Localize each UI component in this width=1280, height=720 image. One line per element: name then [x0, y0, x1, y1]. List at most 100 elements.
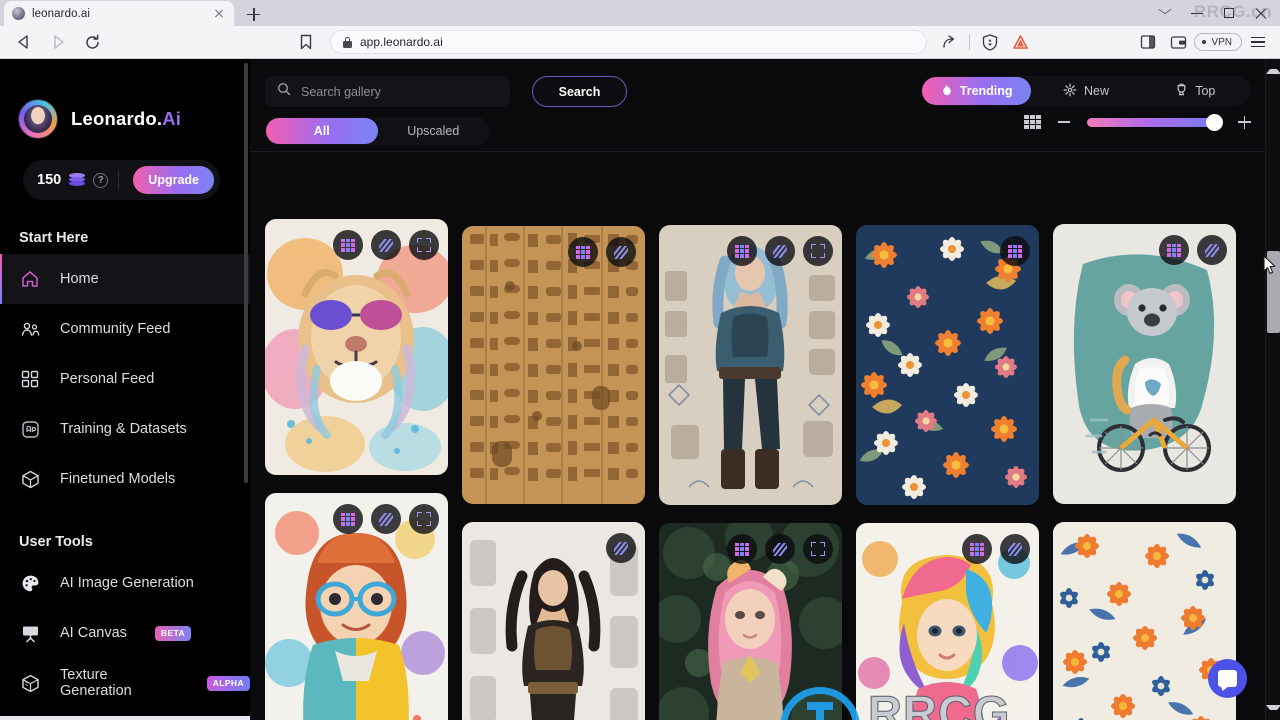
zoom-out-button[interactable]: [1058, 121, 1070, 123]
new-tab-button[interactable]: [240, 2, 266, 26]
sidebar-panel-icon[interactable]: [1134, 28, 1162, 56]
beta-badge: BETA: [154, 625, 192, 641]
pixel-grid-icon[interactable]: [962, 534, 992, 564]
minimize-button[interactable]: [1182, 0, 1212, 26]
card-actions: [606, 533, 636, 563]
sidebar-item-texture-generation[interactable]: Texture Generation ALPHA: [0, 658, 250, 708]
card-actions: [1159, 235, 1227, 265]
pixel-grid-icon[interactable]: [568, 237, 598, 267]
tab-top[interactable]: Top: [1141, 77, 1250, 105]
vpn-label: VPN: [1211, 36, 1232, 48]
tab-new[interactable]: New: [1031, 77, 1140, 105]
expand-fullscreen-icon[interactable]: [409, 230, 439, 260]
pixel-grid-icon[interactable]: [333, 504, 363, 534]
maximize-button[interactable]: [1214, 0, 1244, 26]
scroll-up-button[interactable]: [1266, 59, 1280, 74]
remix-slashes-icon[interactable]: [606, 533, 636, 563]
sidebar-nav-user-tools: AI Image Generation AI Canvas BETA Textu…: [0, 558, 250, 708]
remix-slashes-icon[interactable]: [765, 236, 795, 266]
search-input[interactable]: Search gallery: [265, 76, 510, 107]
sidebar-item-ai-canvas[interactable]: AI Canvas BETA: [0, 608, 250, 658]
brave-shield-icon[interactable]: [976, 28, 1004, 56]
address-bar[interactable]: app.leonardo.ai: [330, 30, 928, 54]
search-area: Search gallery Search: [265, 76, 627, 107]
brand[interactable]: Leonardo.Ai: [0, 59, 250, 139]
filter-tab-all[interactable]: All: [266, 118, 378, 144]
tab-trending-label: Trending: [959, 84, 1013, 98]
sidebar-item-personal-feed[interactable]: Personal Feed: [0, 354, 250, 404]
remix-slashes-icon[interactable]: [1197, 235, 1227, 265]
scroll-down-button[interactable]: [1266, 705, 1280, 720]
page-scrollbar[interactable]: [1265, 59, 1280, 720]
sidebar-item-home[interactable]: Home: [0, 254, 250, 304]
gallery-toolbar: Search gallery Search All Upscaled Trend…: [250, 59, 1268, 152]
gallery-card-watercolor-lion-sunglasses[interactable]: [265, 219, 448, 475]
gallery-card-blue-hair-warrior-woman[interactable]: [659, 225, 842, 505]
browser-toolbar: app.leonardo.ai VPN: [0, 26, 1280, 59]
close-window-button[interactable]: [1246, 0, 1276, 26]
vpn-button[interactable]: VPN: [1194, 33, 1242, 51]
pixel-grid-icon[interactable]: [1159, 235, 1189, 265]
remix-slashes-icon[interactable]: [371, 504, 401, 534]
bookmark-icon[interactable]: [290, 28, 322, 56]
sidebar-scrollbar[interactable]: [244, 63, 248, 483]
training-icon: [19, 418, 41, 440]
chat-bubble-icon: [1218, 670, 1237, 687]
leo-ai-icon[interactable]: [1006, 28, 1034, 56]
pixel-grid-icon[interactable]: [727, 236, 757, 266]
grid-density-icon[interactable]: [1024, 115, 1041, 129]
tab-top-label: Top: [1195, 84, 1216, 98]
zoom-slider[interactable]: [1087, 113, 1223, 131]
question-mark-icon[interactable]: ?: [93, 172, 109, 188]
mouse-cursor: [1263, 255, 1276, 275]
gallery-card-rainbow-hair-portrait[interactable]: [856, 523, 1039, 720]
home-icon: [19, 268, 41, 290]
tab-trending[interactable]: Trending: [922, 77, 1032, 105]
browser-tab[interactable]: leonardo.ai: [4, 1, 234, 26]
card-actions: [568, 237, 636, 267]
reload-icon[interactable]: [76, 28, 108, 56]
upgrade-button[interactable]: Upgrade: [133, 166, 214, 194]
filter-tab-upscaled[interactable]: Upscaled: [378, 118, 490, 144]
gallery-card-orange-floral-pattern[interactable]: [856, 225, 1039, 505]
gallery-card-dark-haired-warrior-sheet[interactable]: [462, 522, 645, 720]
remix-slashes-icon[interactable]: [371, 230, 401, 260]
sidebar-item-label: Training & Datasets: [60, 421, 187, 437]
expand-fullscreen-icon[interactable]: [803, 534, 833, 564]
wallet-icon[interactable]: [1164, 28, 1192, 56]
share-icon[interactable]: [935, 28, 963, 56]
forward-icon[interactable]: [42, 28, 74, 56]
lock-icon: [343, 36, 352, 48]
sidebar-item-community-feed[interactable]: Community Feed: [0, 304, 250, 354]
zoom-in-button[interactable]: [1238, 115, 1251, 129]
browser-window: leonardo.ai app.leonardo.ai VPN RRCG.cn …: [0, 0, 1280, 720]
chevron-down-icon[interactable]: [1150, 0, 1180, 26]
gallery-card-egyptian-hieroglyphs[interactable]: [462, 226, 645, 504]
sidebar-item-finetuned-models[interactable]: Finetuned Models: [0, 454, 250, 504]
brand-name-text: Leonardo.: [71, 108, 163, 129]
tab-close-icon[interactable]: [211, 6, 226, 21]
sidebar-item-label: AI Image Generation: [60, 575, 194, 591]
card-artwork: [462, 226, 645, 504]
hamburger-menu[interactable]: [1244, 28, 1272, 56]
gallery-card-pink-hair-fantasy-woman[interactable]: [659, 523, 842, 720]
pixel-grid-icon[interactable]: [1000, 236, 1030, 266]
cube-icon: [19, 468, 41, 490]
gallery-card-koala-on-bicycle[interactable]: [1053, 224, 1236, 504]
remix-slashes-icon[interactable]: [1000, 534, 1030, 564]
pixel-grid-icon[interactable]: [727, 534, 757, 564]
intercom-chat-button[interactable]: [1208, 659, 1247, 698]
search-button[interactable]: Search: [532, 76, 627, 107]
expand-fullscreen-icon[interactable]: [409, 504, 439, 534]
pixel-grid-icon[interactable]: [333, 230, 363, 260]
gallery-card-orange-blue-floral-pattern[interactable]: [1053, 522, 1236, 720]
sidebar-item-ai-image-generation[interactable]: AI Image Generation: [0, 558, 250, 608]
sidebar-item-training-datasets[interactable]: Training & Datasets: [0, 404, 250, 454]
remix-slashes-icon[interactable]: [606, 237, 636, 267]
expand-fullscreen-icon[interactable]: [803, 236, 833, 266]
gallery-card-colorful-girl-glasses[interactable]: [265, 493, 448, 720]
alpha-badge: ALPHA: [206, 675, 250, 691]
remix-slashes-icon[interactable]: [765, 534, 795, 564]
zoom-slider-knob[interactable]: [1206, 113, 1223, 131]
back-icon[interactable]: [8, 28, 40, 56]
